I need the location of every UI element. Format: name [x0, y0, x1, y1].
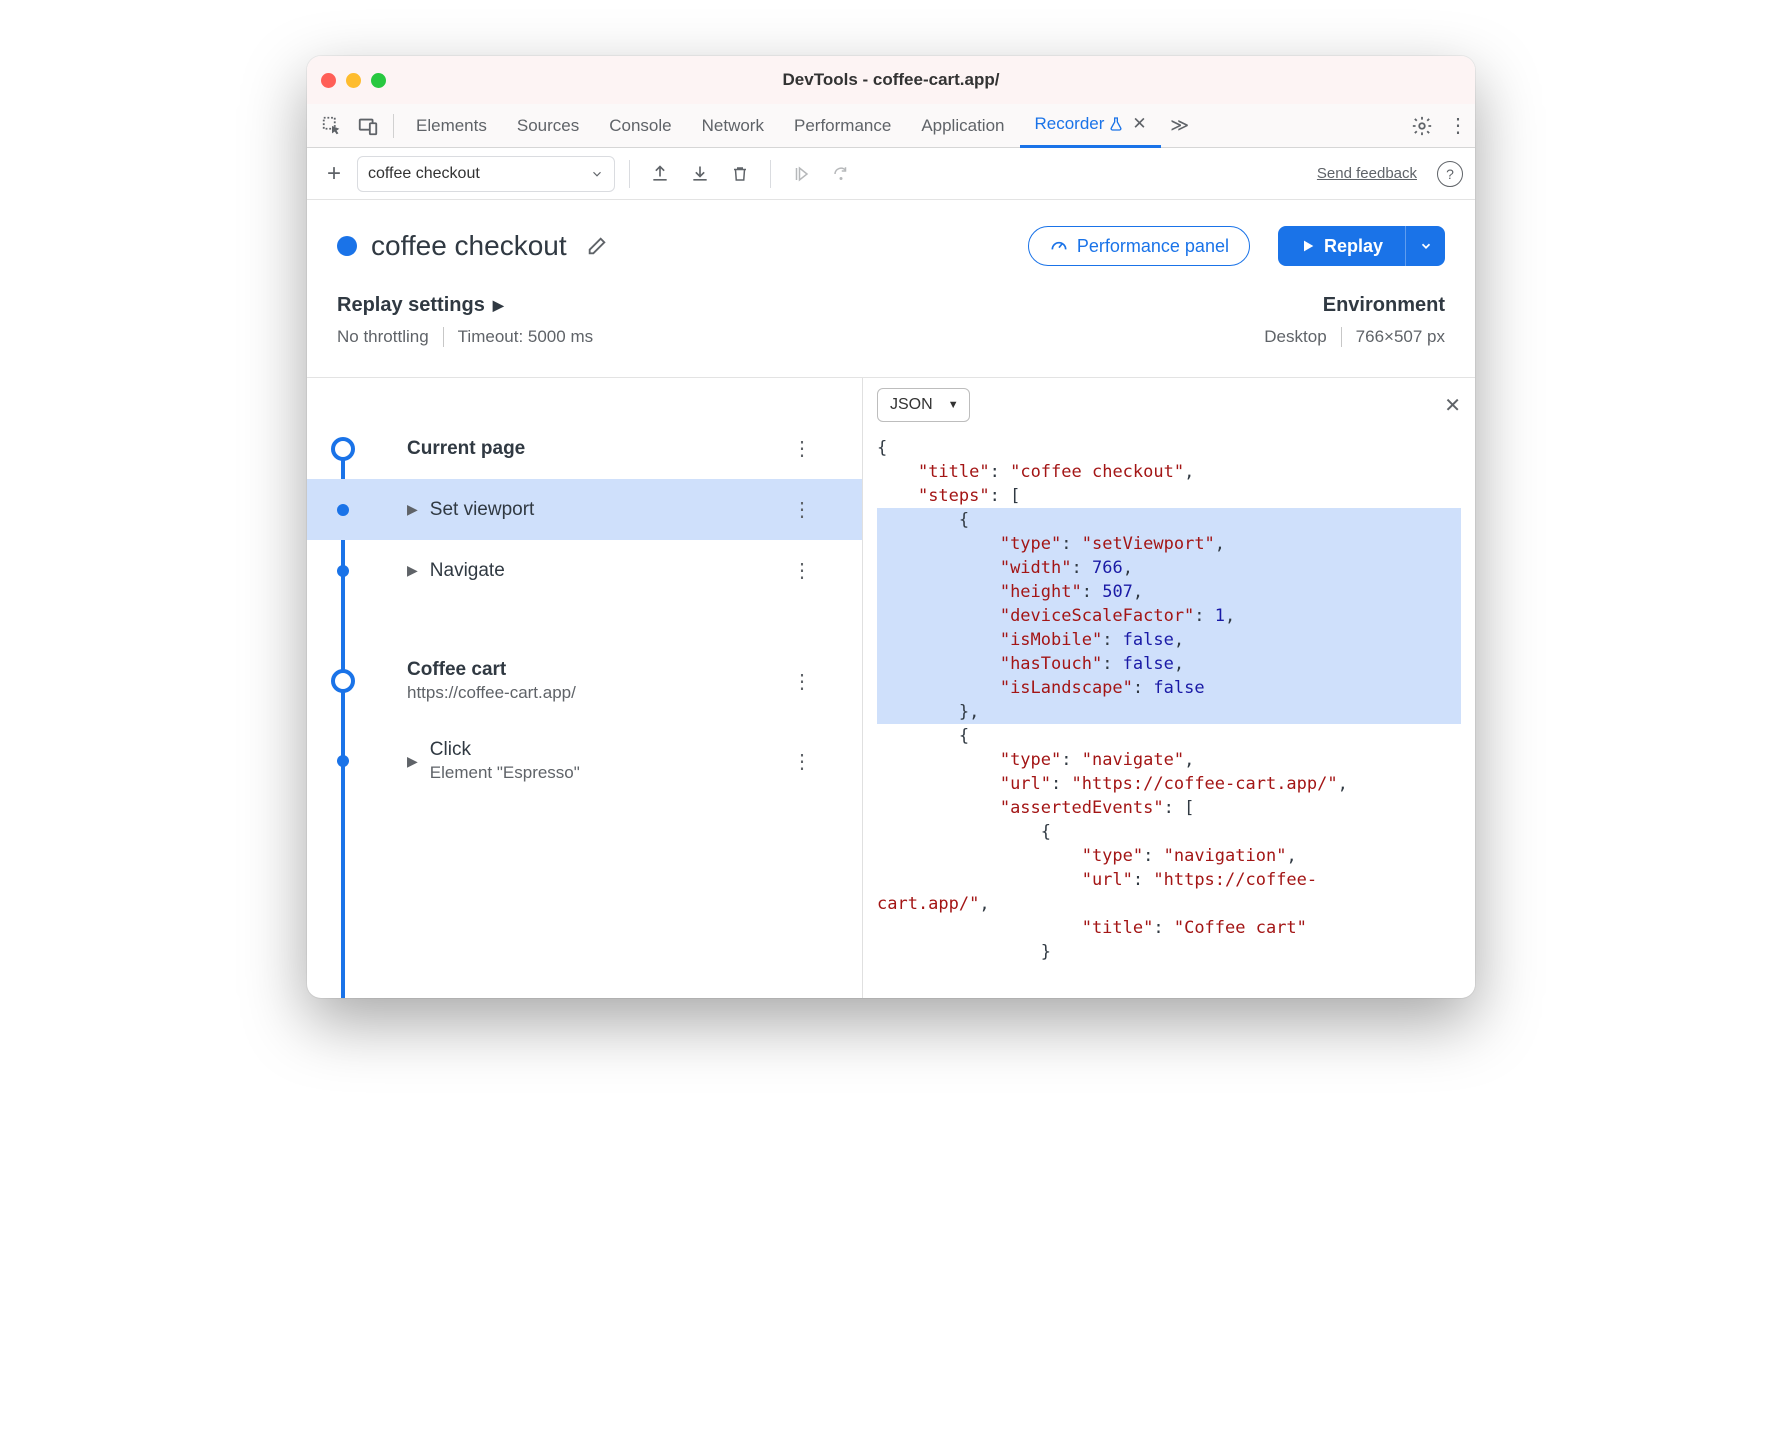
more-tabs-icon[interactable]: ≫ — [1163, 109, 1197, 143]
replay-button[interactable]: Replay — [1278, 226, 1405, 266]
chevron-down-icon — [1419, 239, 1433, 253]
recorder-toolbar: + coffee checkout Send feedback ? — [307, 148, 1475, 200]
settings-icon[interactable] — [1405, 109, 1439, 143]
step-more-icon[interactable]: ⋮ — [792, 497, 812, 522]
separator — [770, 160, 771, 188]
format-selector[interactable]: JSON — [877, 388, 970, 422]
play-icon — [1300, 238, 1316, 254]
devtools-window: DevTools - coffee-cart.app/ Elements Sou… — [307, 56, 1475, 998]
step-marker — [337, 565, 349, 577]
titlebar: DevTools - coffee-cart.app/ — [307, 56, 1475, 104]
traffic-lights — [321, 73, 386, 88]
tab-recorder-label: Recorder — [1034, 102, 1104, 146]
close-code-button[interactable]: ✕ — [1444, 393, 1461, 418]
replay-dropdown[interactable] — [1405, 226, 1445, 266]
step-more-icon[interactable]: ⋮ — [792, 749, 812, 774]
step-more-icon[interactable]: ⋮ — [792, 436, 812, 461]
tab-performance[interactable]: Performance — [780, 104, 905, 148]
step-more-icon[interactable]: ⋮ — [792, 558, 812, 583]
tab-application[interactable]: Application — [907, 104, 1018, 148]
caret-right-icon: ▶ — [493, 297, 504, 314]
step-title: Coffee cart — [407, 659, 576, 681]
env-size: 766×507 px — [1356, 327, 1445, 347]
tab-elements[interactable]: Elements — [402, 104, 501, 148]
step-marker — [337, 755, 349, 767]
separator — [443, 327, 444, 347]
step-marker — [331, 669, 355, 693]
recording-selector[interactable]: coffee checkout — [357, 156, 615, 192]
close-tab-icon[interactable]: ✕ — [1132, 102, 1146, 146]
recording-name: coffee checkout — [368, 165, 480, 183]
flask-icon — [1108, 116, 1124, 132]
import-button[interactable] — [684, 158, 716, 190]
step-current-page[interactable]: Current page ⋮ — [307, 418, 862, 479]
gauge-icon — [1049, 236, 1069, 256]
step-subtitle: Element "Espresso" — [430, 763, 580, 783]
window-title: DevTools - coffee-cart.app/ — [307, 70, 1475, 90]
kebab-menu-icon[interactable]: ⋮ — [1441, 109, 1475, 143]
recording-status-dot — [337, 236, 357, 256]
tab-recorder[interactable]: Recorder ✕ — [1020, 104, 1160, 148]
tab-sources[interactable]: Sources — [503, 104, 593, 148]
step-button[interactable] — [825, 158, 857, 190]
replay-settings-label: Replay settings — [337, 294, 485, 317]
step-title: Navigate — [430, 560, 505, 582]
performance-label: Performance panel — [1077, 236, 1229, 257]
help-icon[interactable]: ? — [1437, 161, 1463, 187]
step-set-viewport[interactable]: ▶ Set viewport ⋮ — [307, 479, 862, 540]
chevron-down-icon — [590, 167, 604, 181]
step-coffee-cart[interactable]: Coffee cart https://coffee-cart.app/ ⋮ — [307, 641, 862, 721]
send-feedback-link[interactable]: Send feedback — [1317, 165, 1417, 182]
env-device: Desktop — [1264, 327, 1326, 347]
performance-panel-button[interactable]: Performance panel — [1028, 226, 1250, 266]
continue-button[interactable] — [785, 158, 817, 190]
timeout-value: Timeout: 5000 ms — [458, 327, 593, 347]
device-toolbar-icon[interactable] — [351, 109, 385, 143]
tab-network[interactable]: Network — [688, 104, 778, 148]
throttling-value: No throttling — [337, 327, 429, 347]
separator — [629, 160, 630, 188]
step-marker — [337, 504, 349, 516]
recording-header: coffee checkout Performance panel Replay… — [307, 200, 1475, 378]
separator — [1341, 327, 1342, 347]
export-button[interactable] — [644, 158, 676, 190]
step-marker — [331, 437, 355, 461]
caret-right-icon: ▶ — [407, 753, 418, 770]
step-subtitle: https://coffee-cart.app/ — [407, 683, 576, 703]
content-area: Current page ⋮ ▶ Set viewport ⋮ ▶ Naviga… — [307, 378, 1475, 998]
replay-label: Replay — [1324, 236, 1383, 257]
format-value: JSON — [890, 396, 933, 414]
maximize-window[interactable] — [371, 73, 386, 88]
step-gap — [307, 601, 862, 641]
step-navigate[interactable]: ▶ Navigate ⋮ — [307, 540, 862, 601]
caret-right-icon: ▶ — [407, 562, 418, 579]
code-view[interactable]: { "title": "coffee checkout", "steps": [… — [863, 432, 1475, 998]
step-title: Set viewport — [430, 499, 535, 521]
edit-name-button[interactable] — [581, 230, 613, 262]
panel-tabs: Elements Sources Console Network Perform… — [307, 104, 1475, 148]
environment-title: Environment — [1264, 294, 1445, 317]
step-click[interactable]: ▶ Click Element "Espresso" ⋮ — [307, 721, 862, 801]
tab-console[interactable]: Console — [595, 104, 685, 148]
minimize-window[interactable] — [346, 73, 361, 88]
step-title: Click — [430, 739, 580, 761]
recording-title: coffee checkout — [371, 230, 567, 262]
step-title: Current page — [407, 438, 525, 460]
close-window[interactable] — [321, 73, 336, 88]
step-more-icon[interactable]: ⋮ — [792, 669, 812, 694]
caret-right-icon: ▶ — [407, 501, 418, 518]
replay-settings-toggle[interactable]: Replay settings ▶ — [337, 294, 593, 317]
new-recording-button[interactable]: + — [319, 159, 349, 189]
steps-pane: Current page ⋮ ▶ Set viewport ⋮ ▶ Naviga… — [307, 378, 863, 998]
separator — [393, 114, 394, 138]
delete-button[interactable] — [724, 158, 756, 190]
inspect-element-icon[interactable] — [315, 109, 349, 143]
code-pane: JSON ✕ { "title": "coffee checkout", "st… — [863, 378, 1475, 998]
